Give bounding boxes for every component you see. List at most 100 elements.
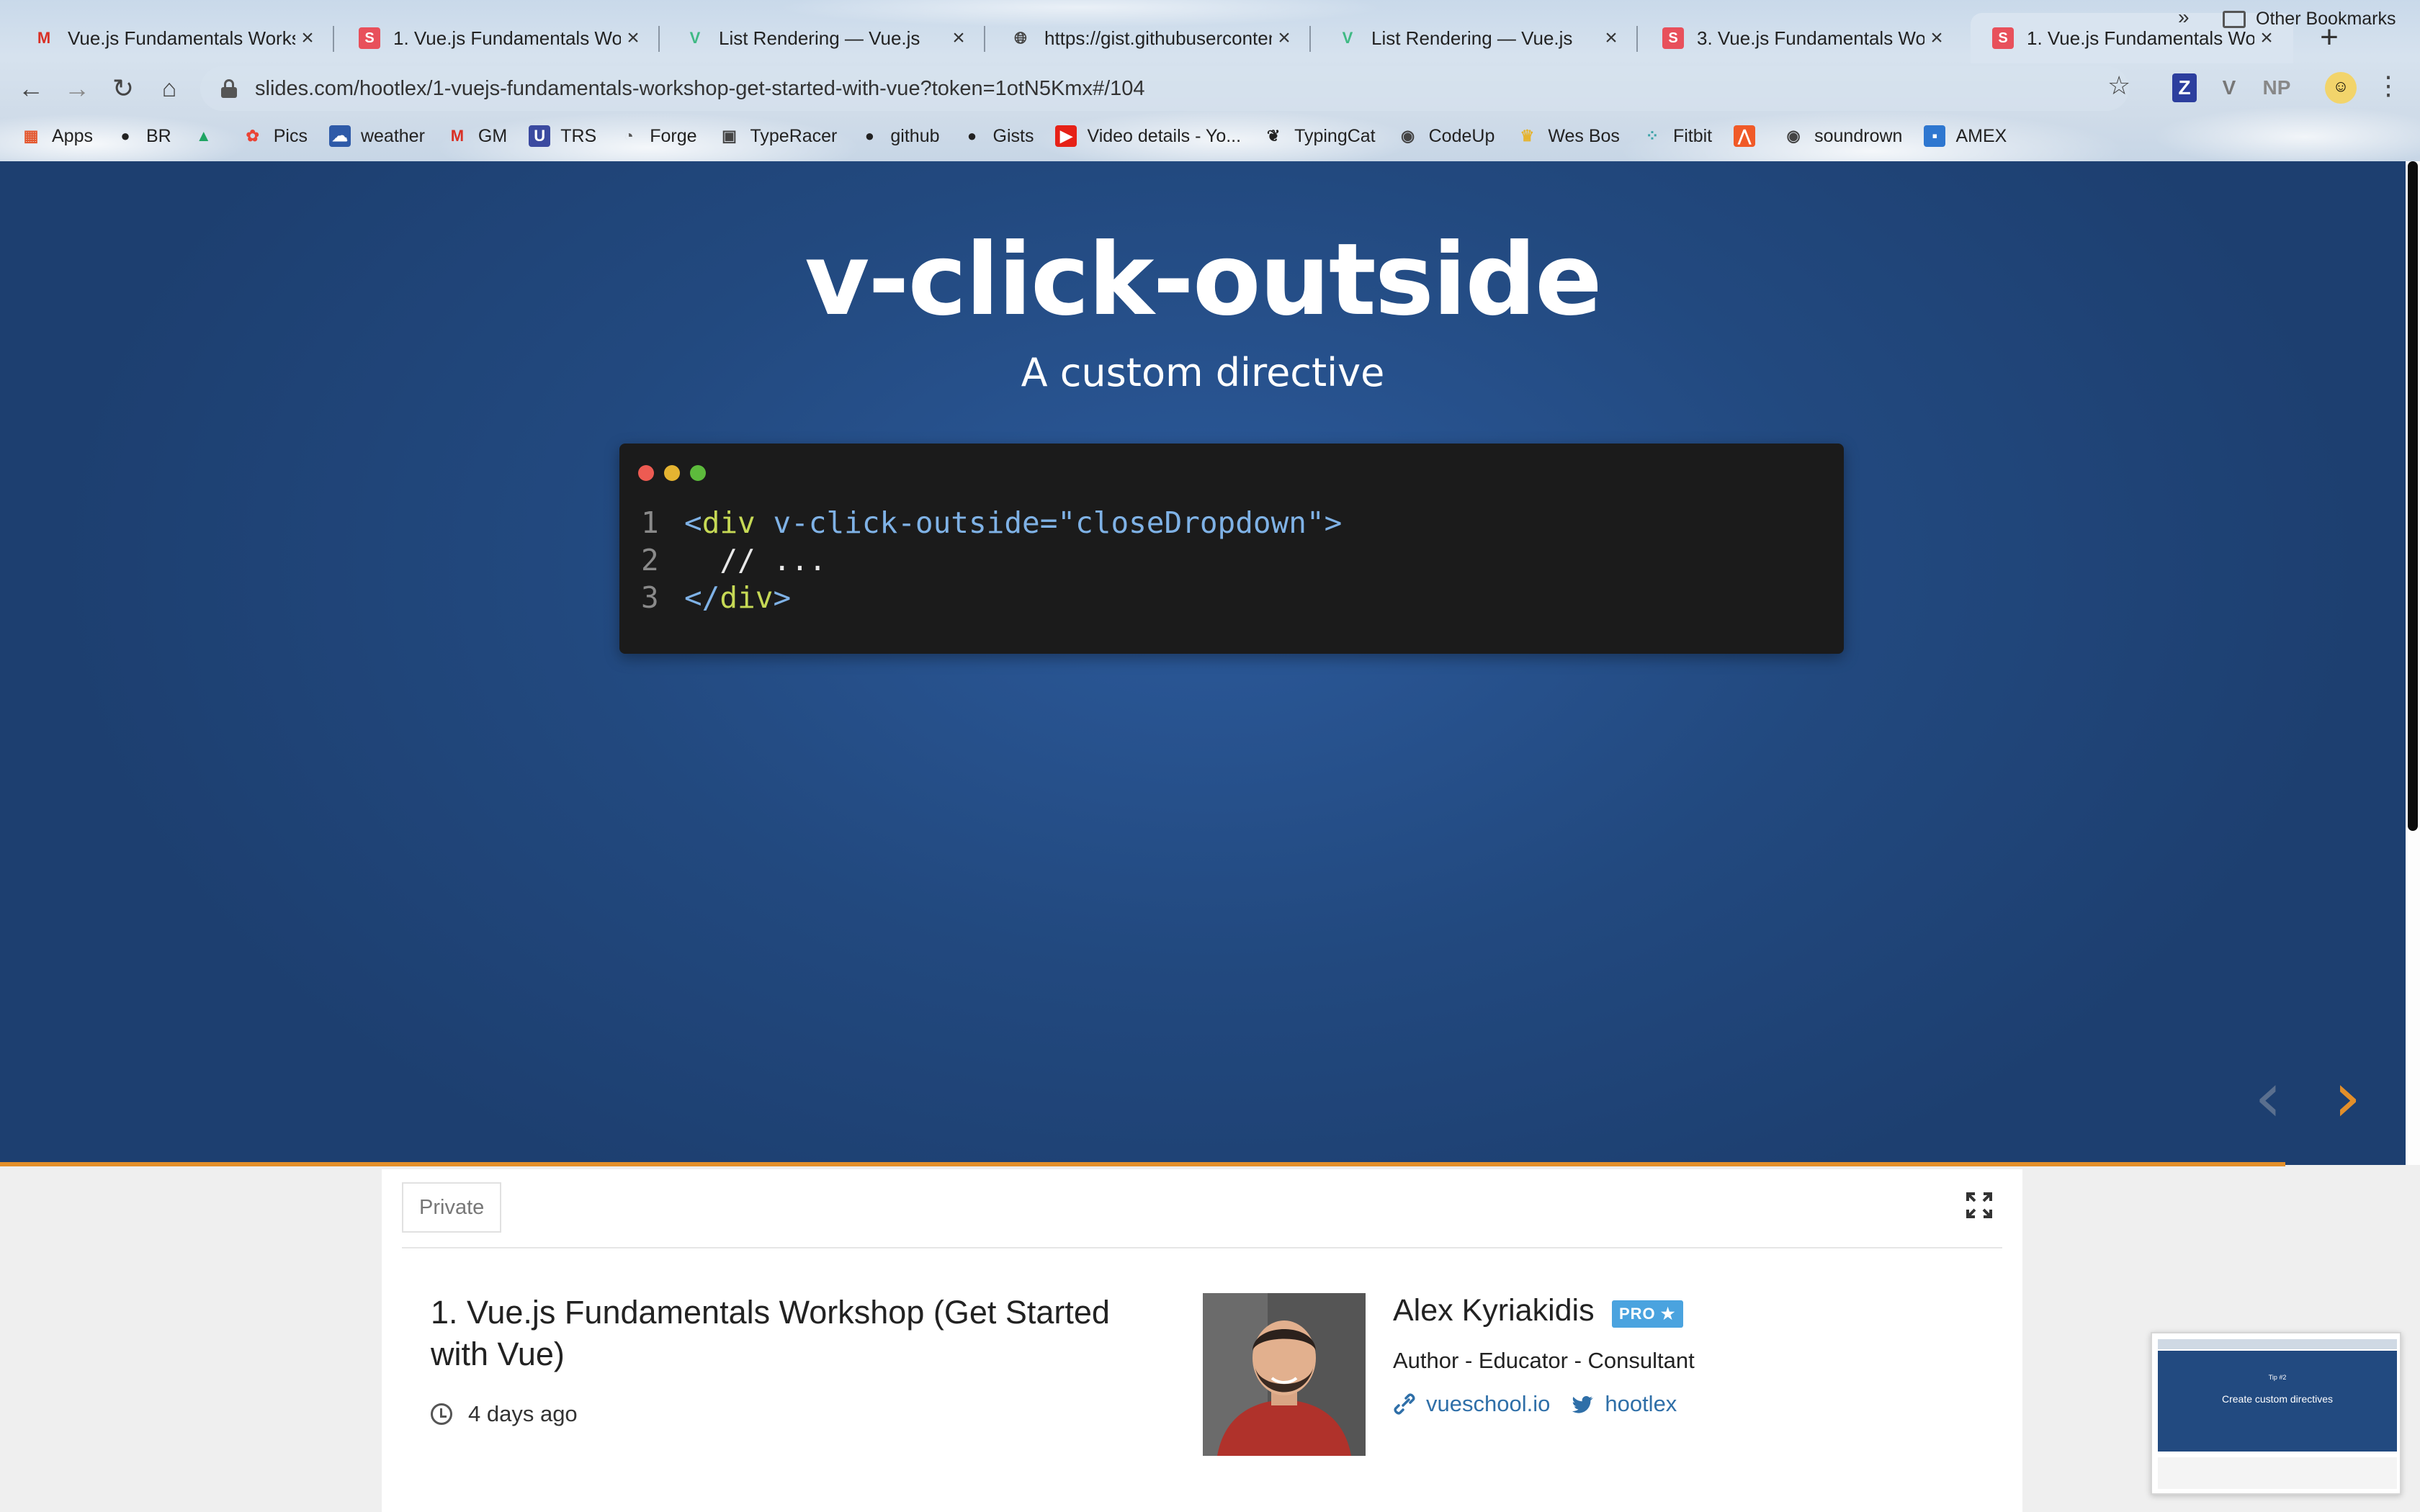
bookmark-label: Wes Bos (1548, 125, 1620, 146)
close-icon[interactable]: × (946, 26, 971, 50)
bookmark-item[interactable]: ▲ (193, 125, 225, 147)
tab-title: 1. Vue.js Fundamentals Workshop (2027, 27, 2254, 49)
code-token: > (1324, 505, 1343, 540)
prev-slide-arrow-icon[interactable]: ‹ (2254, 1063, 2282, 1132)
bookmark-item[interactable]: ⋀ (1734, 125, 1765, 147)
author-links: vueschool.io hootlex (1393, 1391, 1698, 1417)
bookmark-item[interactable]: ▦ Apps (20, 125, 93, 147)
url-text: slides.com/hootlex/1-vuejs-fundamentals-… (255, 76, 1145, 100)
bookmark-item[interactable]: ❦ TypingCat (1263, 125, 1376, 147)
author-name[interactable]: Alex Kyriakidis (1393, 1293, 1595, 1328)
bookmark-item[interactable]: ▣ TypeRacer (719, 125, 837, 147)
code-token: // ... (684, 543, 827, 577)
gmail-icon: M (37, 29, 51, 47)
bookmarks-overflow-button[interactable]: » (2178, 6, 2190, 29)
bookmark-item[interactable]: ☁ weather (328, 125, 425, 147)
code-token: </ (684, 580, 720, 615)
other-bookmarks-folder[interactable]: Other Bookmarks (2223, 9, 2396, 30)
tab-1[interactable]: M Vue.js Fundamentals Workshop × (12, 13, 334, 63)
code-line: 3 </div > (641, 579, 1342, 616)
bookmark-item[interactable]: ● github (859, 125, 940, 147)
back-button[interactable]: ← (12, 69, 50, 108)
github-icon: ● (120, 127, 130, 145)
home-button[interactable]: ⌂ (150, 69, 189, 108)
vue-devtools-extension-icon[interactable]: V (2217, 73, 2241, 102)
line-number: 2 (641, 543, 659, 577)
bookmark-label: TypingCat (1294, 125, 1376, 146)
code-line: 1 < div v-click-outside = "closeDropdown" > (641, 504, 1342, 541)
close-icon[interactable]: × (621, 26, 645, 50)
close-icon[interactable]: × (295, 26, 320, 50)
bookmark-label: CodeUp (1428, 125, 1495, 146)
forward-button[interactable]: → (58, 69, 97, 108)
close-icon[interactable]: × (2254, 26, 2279, 50)
twitter-link[interactable]: hootlex (1572, 1391, 1677, 1417)
amex-icon: ▪ (1924, 125, 1946, 147)
vue-icon: V (689, 29, 701, 47)
twitter-handle: hootlex (1605, 1391, 1677, 1416)
bookmark-item[interactable]: M GM (447, 125, 507, 147)
maximize-dot-icon (690, 465, 706, 481)
bookmark-item[interactable]: U TRS (529, 125, 596, 147)
code-token: div (720, 580, 774, 615)
minimize-dot-icon (664, 465, 680, 481)
bookmark-star-icon[interactable]: ☆ (2107, 71, 2130, 101)
scrollbar[interactable] (2406, 161, 2420, 1165)
tab-3[interactable]: V List Rendering — Vue.js × (663, 13, 985, 63)
fullscreen-icon[interactable] (1965, 1191, 1994, 1220)
bookmark-item[interactable]: ▪ AMEX (1924, 125, 2007, 147)
bookmark-item[interactable]: ◉ CodeUp (1397, 125, 1495, 147)
bookmark-item[interactable]: ♛ Wes Bos (1516, 125, 1620, 147)
profile-avatar-icon[interactable]: ☺ (2325, 72, 2357, 104)
close-icon[interactable]: × (1272, 26, 1296, 50)
vue-icon: V (1342, 29, 1353, 47)
flame-icon: ⋀ (1734, 125, 1756, 147)
code-token: div (702, 505, 756, 540)
address-bar[interactable]: slides.com/hootlex/1-vuejs-fundamentals-… (200, 66, 2129, 111)
tab-4[interactable]: 🌐︎ https://gist.githubusercontent.com × (988, 13, 1311, 63)
bookmark-item[interactable]: ◔ Forge (618, 125, 697, 147)
bookmark-item[interactable]: ◉ soundrown (1783, 125, 1903, 147)
scrollbar-thumb[interactable] (2408, 161, 2418, 831)
code-line: 2 // ... (641, 541, 1342, 579)
np-extension-icon[interactable]: NP (2259, 73, 2295, 102)
pro-badge: PRO ★ (1612, 1300, 1683, 1328)
bookmark-label: TRS (560, 125, 597, 146)
bookmark-item[interactable]: ⁘ Fitbit (1641, 125, 1712, 147)
tab-2[interactable]: S 1. Vue.js Fundamentals Workshop × (337, 13, 660, 63)
youtube-icon: ▶ (1055, 125, 1077, 147)
code-token: < (684, 505, 702, 540)
code-token: > (773, 580, 792, 615)
slide-subtitle: A custom directive (1021, 350, 1385, 395)
bookmark-item[interactable]: ▶ Video details - Yo... (1055, 125, 1241, 147)
avatar-photo (1203, 1293, 1366, 1456)
close-icon[interactable]: × (1924, 26, 1949, 50)
website-link[interactable]: vueschool.io (1393, 1391, 1550, 1417)
reload-button[interactable]: ↻ (104, 69, 143, 108)
tab-title: https://gist.githubusercontent.com (1044, 27, 1272, 49)
deck-title[interactable]: 1. Vue.js Fundamentals Workshop (Get Sta… (431, 1292, 1151, 1375)
tab-5[interactable]: V List Rendering — Vue.js × (1315, 13, 1638, 63)
other-bookmarks-label: Other Bookmarks (2256, 9, 2396, 29)
bookmark-label: github (890, 125, 940, 146)
picture-in-picture-thumbnail[interactable]: Tip #2 Create custom directives (2151, 1332, 2401, 1495)
tab-6[interactable]: S 3. Vue.js Fundamentals Workshop × (1641, 13, 1963, 63)
bookmark-label: weather (360, 125, 425, 146)
browser-chrome: M Vue.js Fundamentals Workshop × S 1. Vu… (0, 0, 2420, 161)
tab-title: List Rendering — Vue.js (1371, 27, 1573, 49)
zotero-extension-icon[interactable]: Z (2172, 73, 2197, 102)
bookmark-item[interactable]: ✿ Pics (242, 125, 308, 147)
tab-title: 3. Vue.js Fundamentals Workshop (1697, 27, 1924, 49)
line-number: 1 (641, 505, 659, 540)
menu-icon[interactable]: ⋮ (2375, 71, 2401, 101)
globe-icon: ◉ (1786, 127, 1801, 145)
author-avatar[interactable] (1203, 1293, 1366, 1456)
tab-strip: M Vue.js Fundamentals Workshop × S 1. Vu… (0, 9, 2420, 63)
thumbnail-slide-title: Create custom directives (2221, 1393, 2334, 1405)
bookmark-item[interactable]: ● Gists (962, 125, 1034, 147)
google-photos-icon: ✿ (246, 127, 259, 145)
bookmark-item[interactable]: ● BR (115, 125, 171, 147)
next-slide-arrow-icon[interactable]: › (2334, 1063, 2361, 1132)
close-icon[interactable]: × (1599, 26, 1623, 50)
forge-icon: ◔ (624, 127, 634, 145)
